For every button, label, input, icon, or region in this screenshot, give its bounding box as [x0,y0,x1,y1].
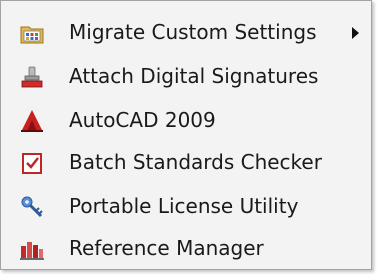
autocad-logo-icon [19,108,45,134]
menu-item-migrate-custom-settings[interactable]: Migrate Custom Settings [5,13,367,53]
menu-item-label: Batch Standards Checker [69,150,322,174]
menu-item-label: Attach Digital Signatures [69,64,319,88]
checklist-icon [19,150,45,176]
start-menu-submenu: Migrate Custom Settings Attach Digital S… [0,0,372,270]
menu-item-label: Portable License Utility [69,194,299,218]
submenu-arrow-icon [352,27,359,39]
menu-item-reference-manager[interactable]: Reference Manager [5,229,367,269]
menu-item-batch-standards-checker[interactable]: Batch Standards Checker [5,143,367,183]
stamp-icon [19,64,45,90]
reference-manager-icon [19,236,45,262]
menu-item-attach-digital-signatures[interactable]: Attach Digital Signatures [5,57,367,97]
menu-item-label: AutoCAD 2009 [69,108,216,132]
menu-item-portable-license-utility[interactable]: Portable License Utility [5,187,367,227]
folder-grid-icon [19,20,45,46]
key-icon [19,194,45,220]
menu-item-autocad-2009[interactable]: AutoCAD 2009 [5,101,367,141]
menu-item-label: Reference Manager [69,236,264,260]
menu-item-label: Migrate Custom Settings [69,20,317,44]
